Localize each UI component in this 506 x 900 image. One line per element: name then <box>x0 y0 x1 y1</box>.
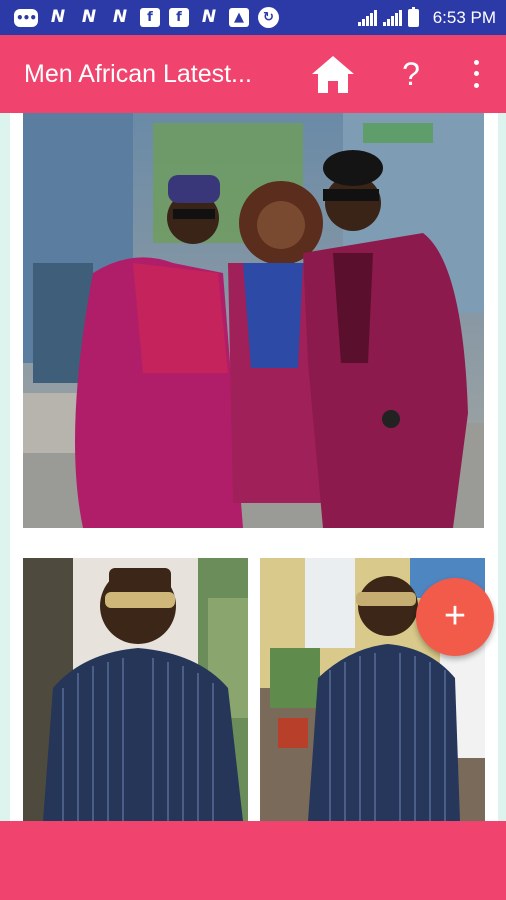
signal-icon <box>382 9 402 26</box>
add-fab-button[interactable]: + <box>416 578 494 656</box>
facebook-icon: f <box>140 8 160 27</box>
bottom-bar <box>0 821 506 900</box>
image-icon: ▲ <box>229 8 249 27</box>
n-app-icon: N <box>112 7 128 27</box>
gallery-item[interactable] <box>10 113 498 544</box>
chat-icon: ••• <box>14 8 38 27</box>
n-app-icon: N <box>81 7 97 27</box>
blue-outfit-photo-1 <box>23 558 248 821</box>
clock: 6:53 PM <box>432 7 496 27</box>
app-title: Men African Latest... <box>24 60 252 88</box>
n-app-icon: N <box>201 7 217 27</box>
app-bar: Men African Latest... ? <box>0 35 506 113</box>
more-vert-icon[interactable] <box>466 57 486 91</box>
facebook-icon: f <box>169 8 189 27</box>
home-button[interactable] <box>310 53 356 95</box>
system-icons: 6:53 PM <box>357 6 496 28</box>
battery-icon <box>407 6 419 27</box>
gallery-item[interactable] <box>10 544 254 821</box>
signal-icon <box>357 9 377 26</box>
group-photo <box>23 113 484 528</box>
photo-gallery <box>0 113 506 821</box>
status-bar: ••• N N N f f N ▲ ↻ 6:53 PM <box>0 0 506 35</box>
sync-icon: ↻ <box>258 7 279 28</box>
help-button[interactable]: ? <box>396 54 426 94</box>
home-icon <box>312 56 354 93</box>
notification-icons: ••• N N N f f N ▲ ↻ <box>14 7 279 28</box>
n-app-icon: N <box>50 7 66 27</box>
